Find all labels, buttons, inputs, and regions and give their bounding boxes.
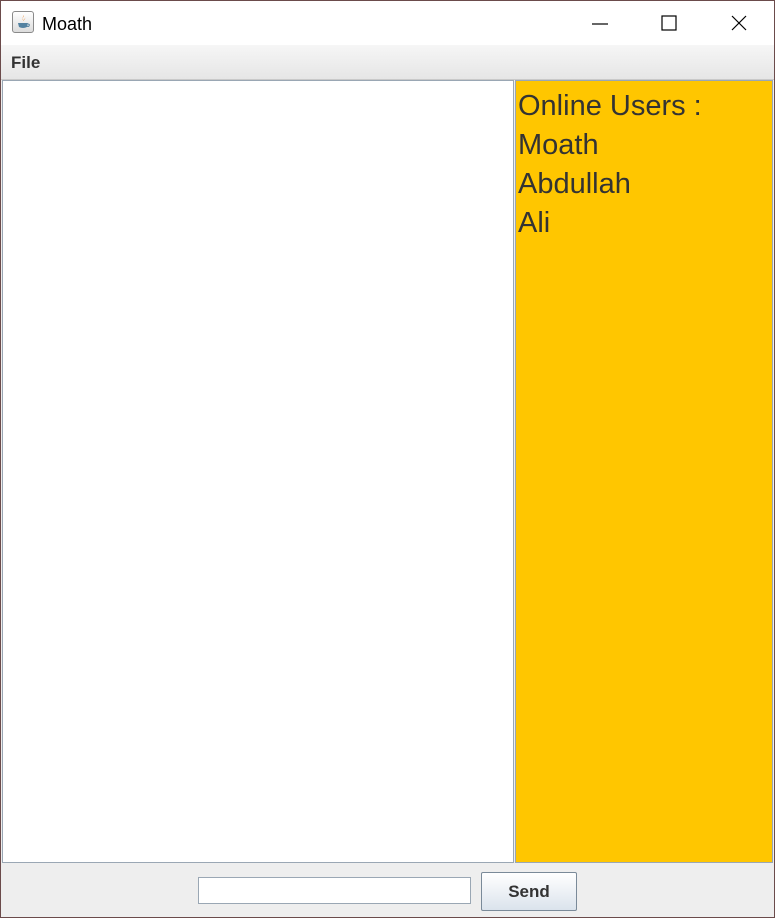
title-bar[interactable]: Moath [1,1,774,45]
online-user-item: Ali [518,207,551,239]
menu-bar: File [1,45,774,80]
composer-bar: Send [1,863,774,917]
message-input[interactable] [198,877,471,904]
java-app-icon [12,11,34,33]
online-users-list: Moath Abdullah Ali [516,126,772,243]
maximize-button[interactable] [635,1,703,45]
send-button[interactable]: Send [481,872,577,911]
online-users-header: Online Users : [518,90,702,122]
online-users-panel: Online Users : Moath Abdullah Ali [515,80,773,863]
window-title: Moath [42,14,93,34]
maximize-icon [661,15,677,31]
close-button[interactable] [705,1,773,45]
chat-messages-area[interactable] [2,80,514,863]
online-user-item: Abdullah [518,168,631,200]
minimize-button[interactable] [566,1,634,45]
close-icon [731,15,747,31]
minimize-icon [592,23,608,25]
online-user-item: Moath [518,129,599,161]
menu-file[interactable]: File [11,53,40,73]
app-window: Moath File Online Users : Moath Abdullah… [0,0,775,918]
